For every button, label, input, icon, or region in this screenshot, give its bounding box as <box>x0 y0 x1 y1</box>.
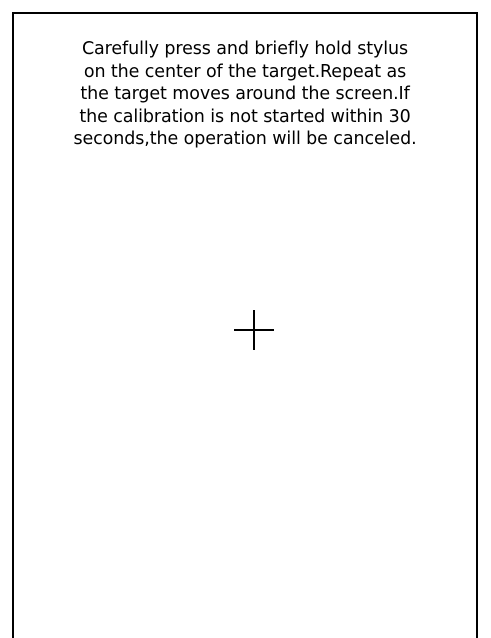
instruction-line: the target moves around the screen.If <box>80 84 410 104</box>
crosshair-target-icon[interactable] <box>234 310 274 350</box>
crosshair-graphic <box>234 310 274 350</box>
instruction-line: Carefully press and briefly hold stylus <box>81 39 409 59</box>
calibration-instructions: Carefully press and briefly hold stylus … <box>14 38 476 151</box>
instruction-line: on the center of the target.Repeat as <box>83 61 407 82</box>
calibration-screen: Carefully press and briefly hold stylus … <box>0 0 491 638</box>
instruction-line: the calibration is not started within 30 <box>79 106 411 127</box>
calibration-panel: Carefully press and briefly hold stylus … <box>12 12 478 638</box>
instruction-line: seconds,the operation will be canceled. <box>73 129 417 149</box>
